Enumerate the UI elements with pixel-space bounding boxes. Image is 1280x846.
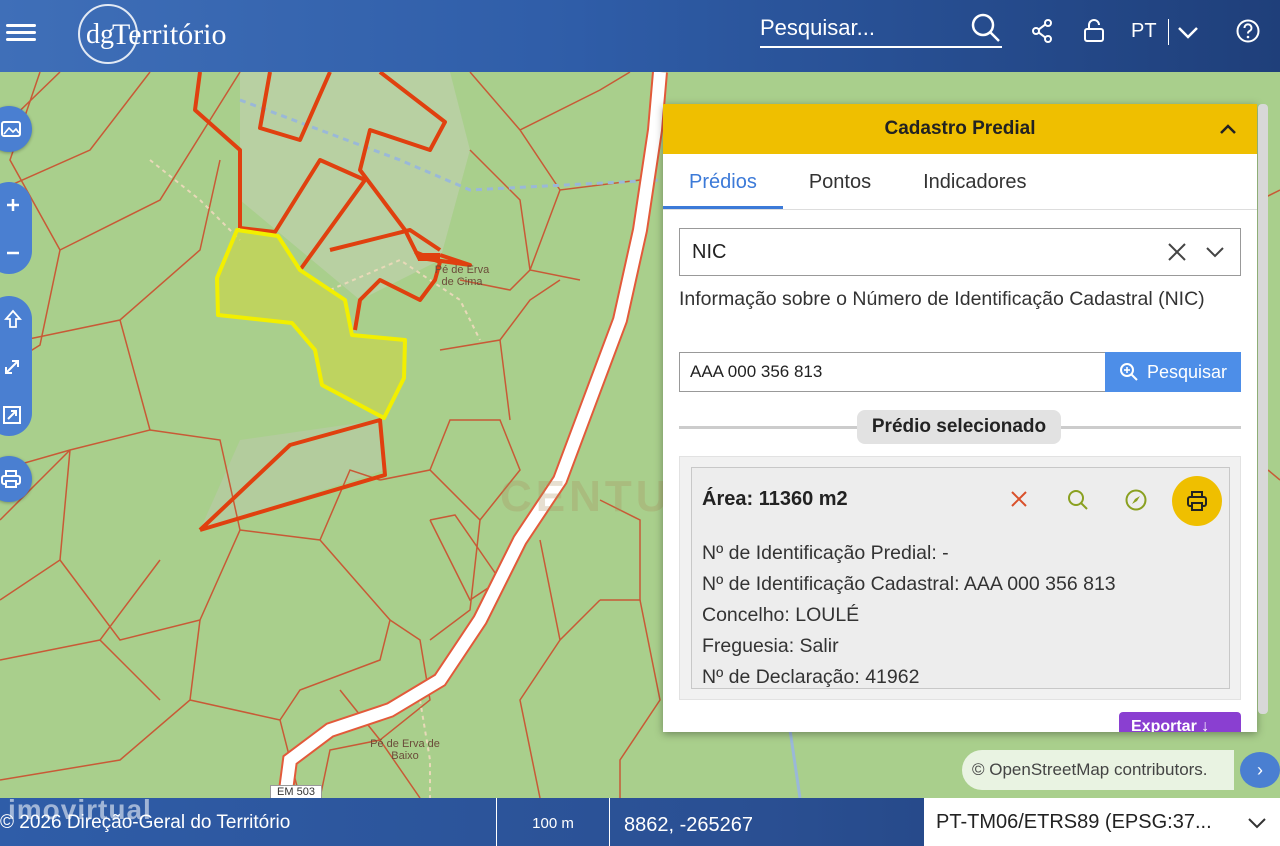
panel-scrollbar[interactable] <box>1258 104 1268 714</box>
coordinates-readout: 8862, -265267 <box>624 814 754 836</box>
cadastro-panel: Cadastro Predial Prédios Pontos Indicado… <box>663 104 1257 732</box>
minus-icon <box>7 251 19 255</box>
detail-freguesia: Freguesia: Salir <box>702 635 839 657</box>
crs-select[interactable]: PT-TM06/ETRS89 (EPSG:37... <box>924 798 1280 846</box>
language-separator <box>1168 19 1169 45</box>
chevron-up-icon[interactable] <box>1217 119 1239 139</box>
map-label-pe-erva-baixo: Pé de Erva de Baixo <box>370 738 440 762</box>
parcel-details: Nº de Identificação Predial: - Nº de Ide… <box>702 538 1116 693</box>
nic-info-text: Informação sobre o Número de Identificaç… <box>679 288 1205 310</box>
overlay-watermark: imovirtual <box>8 794 152 825</box>
chevron-down-icon[interactable] <box>1176 22 1200 42</box>
search-type-select[interactable]: NIC <box>679 228 1241 276</box>
panel-title: Cadastro Predial <box>884 118 1036 139</box>
search-icon[interactable] <box>970 12 1002 44</box>
detail-declaracao: Nº de Declaração: 41962 <box>702 666 920 688</box>
detail-concelho: Concelho: LOULÉ <box>702 604 860 626</box>
panel-tabs: Prédios Pontos Indicadores <box>663 154 1257 210</box>
zoom-search-icon <box>1119 363 1138 381</box>
zoom-extent-icon <box>3 406 21 424</box>
chevron-down-icon[interactable] <box>1204 243 1226 261</box>
attribution-toggle[interactable]: › <box>1240 752 1280 788</box>
detail-cadastral-id: Nº de Identificação Cadastral: AAA 000 3… <box>702 573 1116 595</box>
scale-bar: 100 m <box>496 798 610 846</box>
search-button[interactable]: Pesquisar <box>1105 352 1241 392</box>
panel-header[interactable]: Cadastro Predial <box>663 104 1257 154</box>
zoom-to-icon[interactable] <box>1066 488 1090 512</box>
map-label-pe-erva-cima: Pé de Erva de Cima <box>434 264 490 288</box>
map-label-road: EM 503 <box>270 785 322 798</box>
clear-icon[interactable] <box>1166 241 1188 263</box>
printer-icon <box>1 470 21 488</box>
tab-pontos[interactable]: Pontos <box>783 154 897 209</box>
plus-icon <box>7 199 19 211</box>
logo-dg: dg <box>86 19 114 50</box>
search-button-label: Pesquisar <box>1146 361 1228 382</box>
nic-input[interactable] <box>679 352 1107 392</box>
close-icon[interactable] <box>1008 488 1030 510</box>
language-selector[interactable]: PT <box>1131 20 1157 43</box>
map-attribution: © OpenStreetMap contributors. <box>962 750 1234 790</box>
top-bar: dg Território PT <box>0 0 1280 72</box>
bottom-bar: © 2026 Direção-Geral do Território 100 m… <box>0 798 1280 846</box>
share-icon[interactable] <box>1030 18 1054 44</box>
unlock-icon[interactable] <box>1082 18 1106 44</box>
logo[interactable]: dg Território <box>78 4 227 66</box>
printer-icon <box>1187 491 1207 511</box>
detail-predial-id: Nº de Identificação Predial: - <box>702 542 949 564</box>
export-button[interactable]: Exportar ↓ <box>1119 712 1241 732</box>
parcel-card-container: Área: 11360 m2 Nº de Identificação Predi… <box>679 456 1241 700</box>
tab-predios[interactable]: Prédios <box>663 154 783 209</box>
export-button-label: Exportar <box>1131 718 1197 732</box>
help-icon[interactable] <box>1235 18 1261 44</box>
expand-icon <box>5 360 19 374</box>
arrow-up-icon <box>4 309 22 328</box>
selected-parcel-label: Prédio selecionado <box>857 410 1061 444</box>
print-parcel-button[interactable] <box>1172 476 1222 526</box>
menu-icon[interactable] <box>6 20 36 44</box>
search-input[interactable] <box>760 10 960 46</box>
chevron-down-icon[interactable] <box>1246 814 1268 832</box>
parcel-card: Área: 11360 m2 Nº de Identificação Predi… <box>691 467 1230 689</box>
search-box <box>760 10 1002 48</box>
image-icon <box>1 121 21 137</box>
parcel-area: Área: 11360 m2 <box>702 488 848 510</box>
crs-value: PT-TM06/ETRS89 (EPSG:37... <box>936 811 1212 833</box>
search-type-value: NIC <box>692 241 727 263</box>
tab-indicadores[interactable]: Indicadores <box>897 154 1052 209</box>
compass-icon[interactable] <box>1124 488 1148 512</box>
